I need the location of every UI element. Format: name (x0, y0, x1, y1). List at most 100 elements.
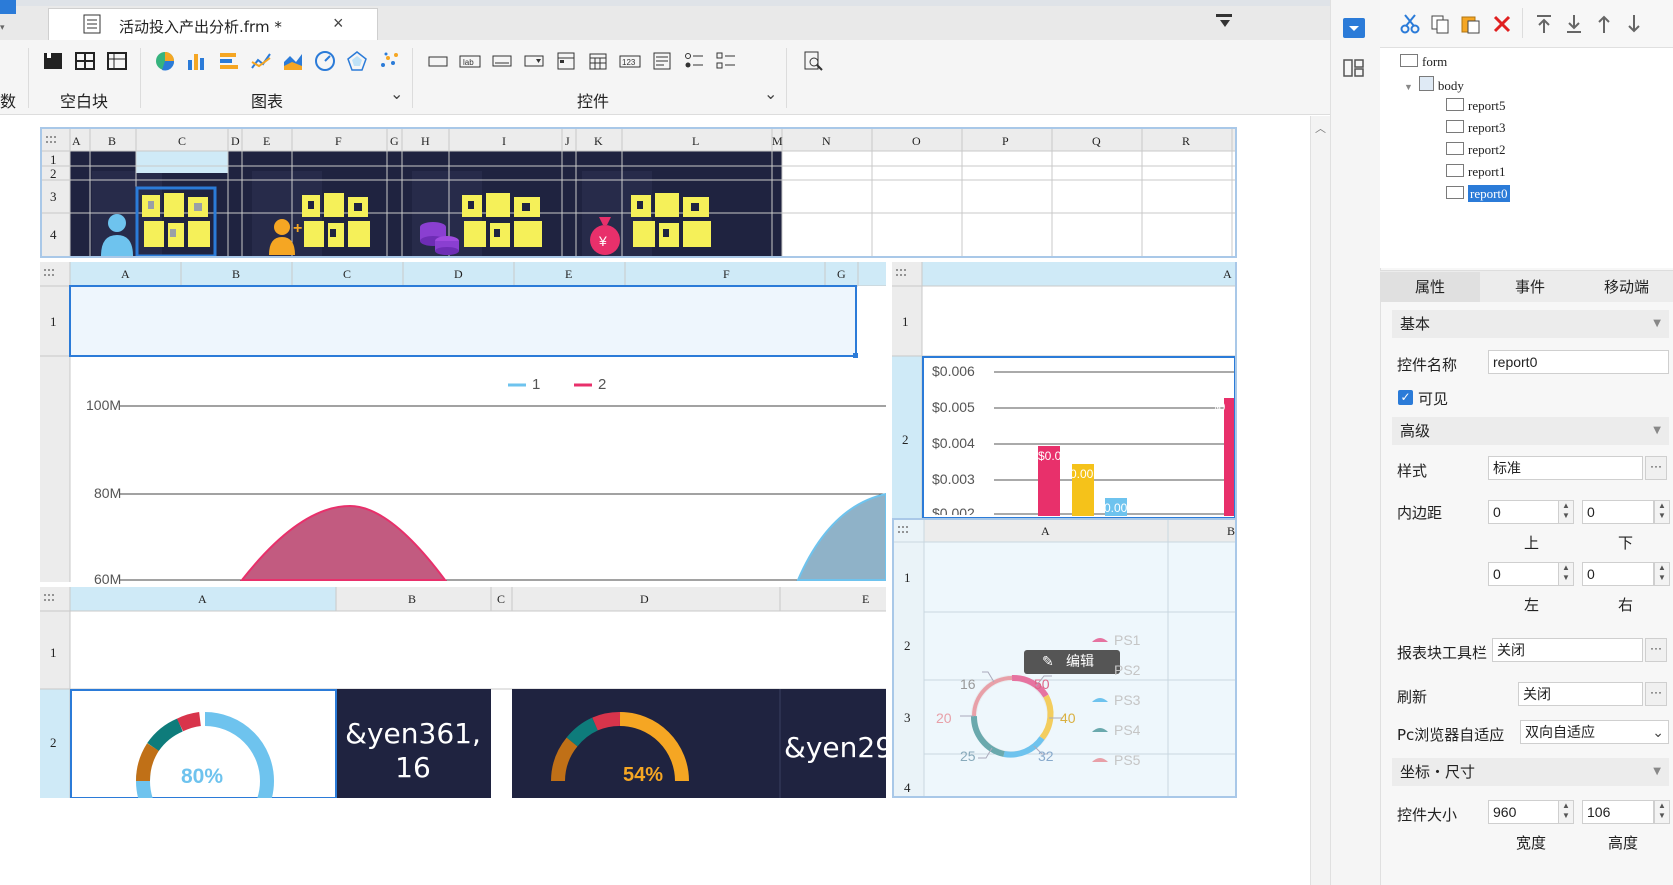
delete-icon[interactable] (1492, 14, 1512, 34)
column-header[interactable]: M (772, 134, 783, 149)
move-to-bottom-icon[interactable] (1564, 14, 1584, 34)
line-chart-icon[interactable] (250, 50, 272, 72)
tab-menu-icon[interactable] (1216, 14, 1232, 28)
section-advanced[interactable]: 高级 ▼ (1392, 417, 1669, 445)
column-header[interactable]: L (692, 134, 699, 149)
column-header[interactable]: G (390, 134, 399, 149)
row-header[interactable]: 4 (50, 227, 57, 243)
radio-group-widget-icon[interactable] (683, 50, 705, 72)
paste-icon[interactable] (1460, 14, 1480, 34)
column-header[interactable]: E (565, 267, 572, 282)
chevron-down-icon[interactable]: ▾ (0, 22, 5, 33)
column-header[interactable]: H (421, 134, 430, 149)
padding-right-stepper[interactable]: ▲ ▼ (1654, 562, 1670, 586)
move-to-top-icon[interactable] (1534, 14, 1554, 34)
widget-name-input[interactable]: report0 (1488, 350, 1669, 374)
column-header[interactable]: F (723, 267, 730, 282)
tab-events[interactable]: 事件 (1480, 272, 1580, 302)
layout-block-icon[interactable] (74, 50, 96, 72)
column-header[interactable]: A (121, 267, 130, 282)
column-header[interactable]: E (862, 592, 869, 607)
label-widget-icon[interactable]: lab (459, 50, 481, 72)
collapse-icon[interactable]: ▼ (1653, 417, 1661, 445)
row-header[interactable]: 4 (904, 780, 911, 796)
style-input[interactable]: 标准 (1488, 456, 1643, 480)
tab-properties[interactable]: 属性 (1380, 272, 1480, 302)
column-header[interactable]: P (1002, 134, 1009, 149)
report-bar-chart-block[interactable]: A 1 2 $0.006 $0.005 $0.004 $0.003 $0.002… (892, 262, 1237, 518)
textarea-widget-icon[interactable] (651, 50, 673, 72)
tree-node-report2[interactable]: report2 (1446, 142, 1506, 158)
pie-chart-icon[interactable] (154, 50, 176, 72)
button-widget-icon[interactable] (427, 50, 449, 72)
report-line-chart-block[interactable]: A B C D E F G 1 1 2 100M 80M 60M (40, 262, 886, 587)
row-header[interactable]: 1 (902, 314, 909, 330)
tree-node-report3[interactable]: report3 (1446, 120, 1506, 136)
tree-node-report5[interactable]: report5 (1446, 98, 1506, 114)
layout-panel-icon[interactable] (1343, 58, 1365, 78)
pc-adaptive-select[interactable]: 双向自适应 ⌄ (1520, 720, 1669, 744)
width-input[interactable]: 960 (1488, 800, 1568, 824)
section-coordinates[interactable]: 坐标・尺寸 ▼ (1392, 758, 1669, 786)
padding-top-stepper[interactable]: ▲ ▼ (1558, 500, 1574, 524)
style-more-button[interactable]: ··· (1645, 456, 1667, 480)
report-toolbar-input[interactable]: 关闭 (1492, 638, 1643, 662)
row-header[interactable]: 3 (904, 710, 911, 726)
scroll-up-icon[interactable]: ︿ (1315, 120, 1326, 136)
column-header[interactable]: J (565, 134, 570, 149)
visible-checkbox[interactable]: ✓ (1398, 390, 1413, 405)
column-header[interactable]: D (454, 267, 463, 282)
row-header[interactable]: 2 (904, 638, 911, 654)
width-stepper[interactable]: ▲ ▼ (1558, 800, 1574, 824)
padding-bottom-stepper[interactable]: ▲ ▼ (1654, 500, 1670, 524)
column-header[interactable]: A (1223, 267, 1232, 282)
padding-right-input[interactable]: 0 (1582, 562, 1654, 586)
drag-handle-icon[interactable] (894, 267, 914, 279)
drag-handle-icon[interactable] (44, 134, 64, 146)
padding-bottom-input[interactable]: 0 (1582, 500, 1654, 524)
column-header[interactable]: C (497, 592, 505, 607)
height-input[interactable]: 106 (1582, 800, 1654, 824)
row-header[interactable]: 3 (50, 189, 57, 205)
table-block-icon[interactable] (106, 50, 128, 72)
padding-left-input[interactable]: 0 (1488, 562, 1568, 586)
row-header[interactable]: 1 (904, 570, 911, 586)
collapse-icon[interactable]: ▼ (1653, 310, 1661, 338)
tree-node-form[interactable]: form (1400, 54, 1447, 70)
preview-icon[interactable] (802, 50, 824, 72)
report0-block[interactable]: A B C D E F G H I J K L M N O P Q R 1 2 … (40, 127, 1237, 258)
column-header[interactable]: D (640, 592, 649, 607)
radar-chart-icon[interactable] (346, 50, 368, 72)
row-header[interactable]: 2 (50, 735, 57, 751)
column-header[interactable]: D (231, 134, 240, 149)
copy-icon[interactable] (1430, 14, 1450, 34)
column-header[interactable]: B (1227, 524, 1235, 539)
horizontal-bar-icon[interactable] (218, 50, 240, 72)
blank-block-icon[interactable] (42, 50, 64, 72)
chevron-down-icon[interactable]: ⌄ (1652, 721, 1664, 743)
toolbar-more-button[interactable]: ··· (1645, 638, 1667, 662)
chart-group-expand-icon[interactable]: ⌄ (390, 84, 403, 104)
drag-handle-icon[interactable] (42, 592, 62, 604)
text-input-widget-icon[interactable] (491, 50, 513, 72)
column-header[interactable]: Q (1092, 134, 1101, 149)
checkbox-group-widget-icon[interactable] (715, 50, 737, 72)
number-widget-icon[interactable]: 123 (619, 50, 641, 72)
collapse-icon[interactable]: ▼ (1653, 758, 1661, 786)
tree-expand-icon[interactable]: ▼ (1404, 82, 1413, 92)
combobox-widget-icon[interactable] (523, 50, 545, 72)
column-header[interactable]: B (232, 267, 240, 282)
report-kpi-block[interactable]: A B C D E 1 2 80% 54% &yen361, 16 &yen29 (40, 587, 886, 798)
column-header[interactable]: I (502, 134, 506, 149)
bar-chart-icon[interactable] (186, 50, 208, 72)
date-widget-icon[interactable] (587, 50, 609, 72)
column-header[interactable]: K (594, 134, 603, 149)
tree-node-report1[interactable]: report1 (1446, 164, 1506, 180)
cut-icon[interactable] (1400, 14, 1420, 34)
vertical-scrollbar[interactable]: ︿ (1310, 116, 1330, 885)
report-radial-block[interactable]: A B 1 2 3 4 ✎ 编辑 16 50 40 32 25 20 PS1 P… (892, 518, 1237, 798)
gauge-chart-icon[interactable] (314, 50, 336, 72)
column-header[interactable]: G (837, 267, 846, 282)
tab-activity-analysis[interactable]: 活动投入产出分析.frm * × (48, 8, 378, 40)
row-header[interactable]: 1 (50, 314, 57, 330)
